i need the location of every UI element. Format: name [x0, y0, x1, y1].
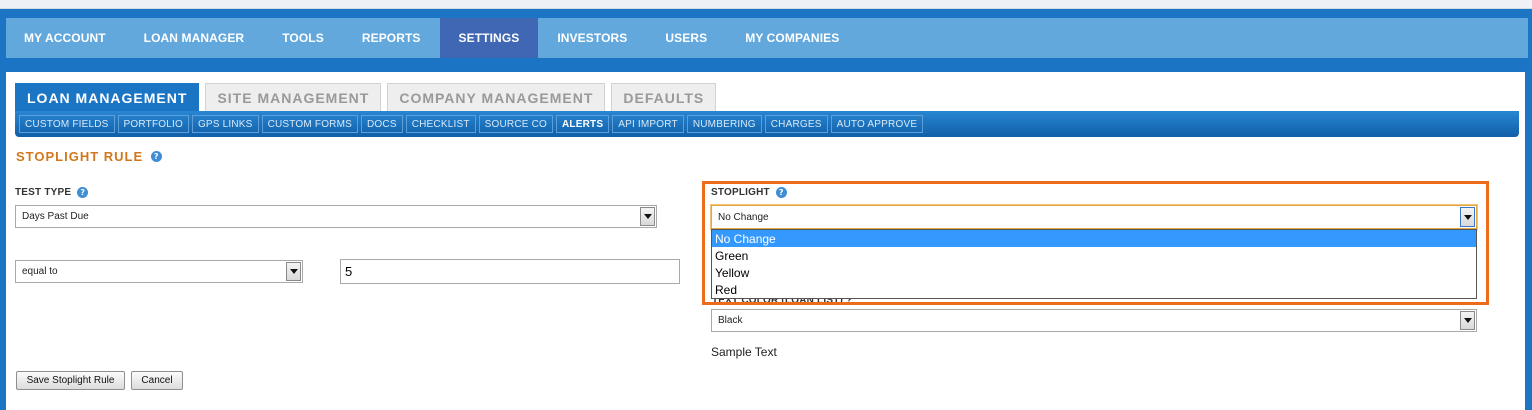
nav-my-account[interactable]: MY ACCOUNT [6, 18, 125, 58]
content-panel: LOAN MANAGEMENT SITE MANAGEMENT COMPANY … [6, 72, 1525, 410]
nav-tools[interactable]: TOOLS [263, 18, 343, 58]
test-type-value: Days Past Due [22, 211, 89, 222]
test-type-select[interactable]: Days Past Due [15, 205, 657, 228]
nav-settings[interactable]: SETTINGS [439, 18, 539, 58]
tab-defaults[interactable]: DEFAULTS [611, 83, 717, 111]
tab-loan-management[interactable]: LOAN MANAGEMENT [15, 83, 200, 111]
subnav-gps-links[interactable]: GPS LINKS [191, 115, 259, 133]
operator-select[interactable]: equal to [15, 260, 303, 283]
nav-users[interactable]: USERS [646, 18, 726, 58]
sample-text: Sample Text [711, 345, 777, 359]
chevron-down-icon[interactable] [640, 207, 655, 226]
help-icon[interactable]: ? [77, 187, 89, 198]
highlight-box [702, 181, 1489, 305]
page-title: STOPLIGHT RULE ? [16, 149, 163, 164]
nav-loan-manager[interactable]: LOAN MANAGER [125, 18, 264, 58]
subnav-custom-fields[interactable]: CUSTOM FIELDS [19, 115, 115, 133]
chevron-down-icon[interactable] [1460, 311, 1475, 330]
nav-my-companies[interactable]: MY COMPANIES [726, 18, 858, 58]
operator-value: equal to [22, 266, 58, 277]
tab-site-management[interactable]: SITE MANAGEMENT [205, 83, 382, 111]
amount-input[interactable]: 5 [340, 259, 680, 284]
nav-reports[interactable]: REPORTS [343, 18, 440, 58]
subnav-custom-forms[interactable]: CUSTOM FORMS [261, 115, 358, 133]
page-title-text: STOPLIGHT RULE [16, 149, 144, 164]
subnav-charges[interactable]: CHARGES [764, 115, 828, 133]
save-stoplight-rule-button[interactable]: Save Stoplight Rule [16, 371, 125, 390]
browser-top-strip [0, 0, 1532, 9]
test-type-label-text: TEST TYPE [15, 187, 72, 198]
text-color-select[interactable]: Black [711, 309, 1477, 332]
main-nav: MY ACCOUNT LOAN MANAGER TOOLS REPORTS SE… [6, 18, 1528, 58]
subnav-numbering[interactable]: NUMBERING [686, 115, 762, 133]
subnav-portfolio[interactable]: PORTFOLIO [117, 115, 189, 133]
nav-investors[interactable]: INVESTORS [538, 18, 646, 58]
subnav-api-import[interactable]: API IMPORT [612, 115, 684, 133]
subnav-source-co[interactable]: SOURCE CO [478, 115, 554, 133]
subnav-auto-approve[interactable]: AUTO APPROVE [830, 115, 924, 133]
subnav-checklist[interactable]: CHECKLIST [405, 115, 476, 133]
subnav-docs[interactable]: DOCS [361, 115, 403, 133]
subnav-alerts[interactable]: ALERTS [556, 115, 610, 133]
text-color-value: Black [718, 315, 743, 326]
cancel-button[interactable]: Cancel [131, 371, 183, 390]
sub-nav: CUSTOM FIELDS PORTFOLIO GPS LINKS CUSTOM… [15, 111, 1519, 137]
test-type-label: TEST TYPE ? [15, 187, 89, 198]
tab-company-management[interactable]: COMPANY MANAGEMENT [387, 83, 606, 111]
settings-tabs: LOAN MANAGEMENT SITE MANAGEMENT COMPANY … [15, 83, 722, 111]
chevron-down-icon[interactable] [286, 262, 301, 281]
help-icon[interactable]: ? [151, 151, 163, 162]
amount-value: 5 [345, 264, 353, 279]
